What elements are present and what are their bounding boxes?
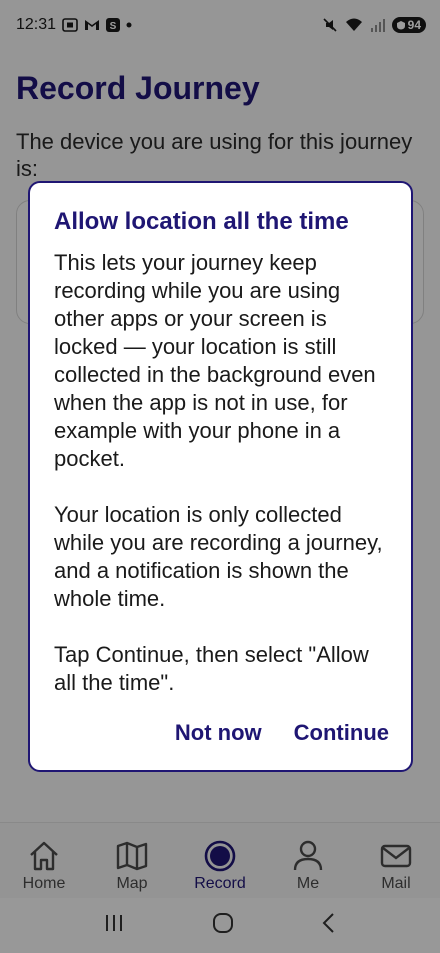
location-permission-dialog: Allow location all the time This lets yo… — [28, 181, 413, 772]
dialog-body: This lets your journey keep recording wh… — [54, 249, 389, 697]
dialog-title: Allow location all the time — [54, 208, 349, 235]
continue-button[interactable]: Continue — [294, 720, 389, 746]
dialog-paragraph: This lets your journey keep recording wh… — [54, 250, 376, 471]
dialog-paragraph: Your location is only collected while yo… — [54, 502, 383, 611]
not-now-button[interactable]: Not now — [175, 720, 262, 746]
dialog-paragraph: Tap Continue, then select "Allow all the… — [54, 642, 369, 695]
dialog-actions: Not now Continue — [175, 720, 389, 746]
